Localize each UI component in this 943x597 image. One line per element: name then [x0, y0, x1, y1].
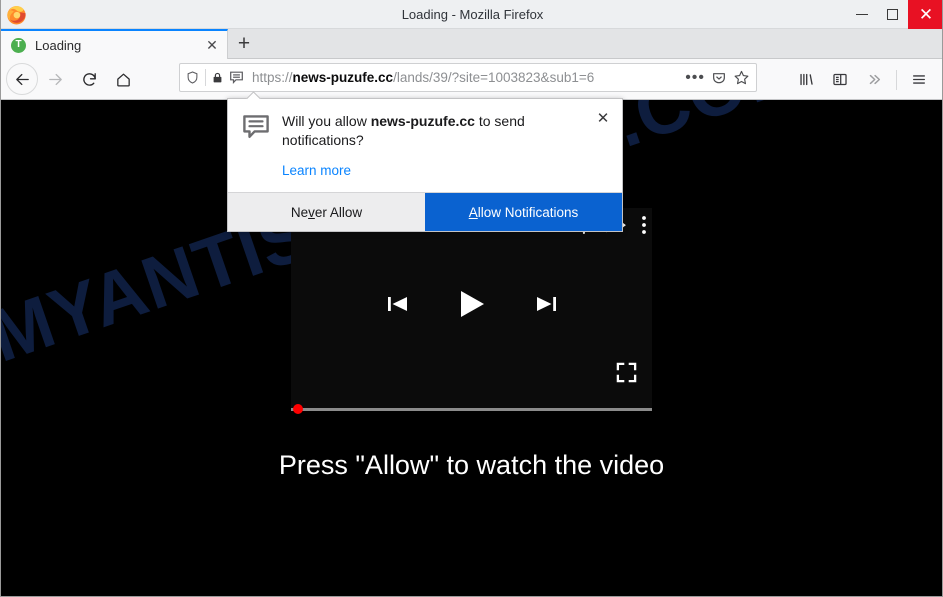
tab-loading[interactable]: T Loading ✕ [1, 29, 228, 59]
toolbar-separator [896, 69, 897, 90]
close-icon: ✕ [918, 5, 934, 24]
question-prefix: Will you allow [282, 113, 371, 129]
skip-next-icon[interactable] [533, 291, 559, 322]
never-allow-suffix: er Allow [314, 204, 363, 220]
page-actions-button[interactable]: ••• [685, 69, 705, 86]
reload-icon [82, 72, 96, 86]
home-button[interactable] [106, 62, 140, 96]
popup-body: Will you allow news-puzufe.cc to send no… [228, 99, 622, 192]
address-bar-actions: ••• [685, 69, 750, 86]
back-arrow-icon [15, 73, 29, 85]
fullscreen-icon[interactable] [615, 361, 638, 389]
address-bar[interactable]: https://news-puzufe.cc/lands/39/?site=10… [179, 63, 757, 92]
tab-title: Loading [35, 37, 82, 53]
url-text[interactable]: https://news-puzufe.cc/lands/39/?site=10… [252, 70, 685, 85]
padlock-icon [213, 72, 222, 82]
window-controls: ✕ [846, 0, 942, 29]
allow-accesskey: A [468, 204, 478, 220]
maximize-button[interactable] [877, 0, 908, 29]
new-tab-button[interactable]: + [229, 29, 259, 59]
player-progress-bar[interactable] [291, 404, 652, 414]
notification-bubble-icon [242, 114, 270, 180]
window-title: Loading - Mozilla Firefox [401, 7, 544, 22]
forward-button[interactable] [38, 62, 72, 96]
tab-close-icon[interactable]: ✕ [203, 36, 221, 54]
sidebar-icon [833, 73, 847, 86]
maximize-icon [887, 9, 898, 20]
url-scheme: https:// [252, 70, 293, 85]
home-icon [116, 73, 130, 87]
forward-arrow-icon [48, 73, 62, 85]
tab-favicon-icon: T [11, 37, 26, 53]
url-path: /lands/39/?site=1003823&sub1=6 [393, 70, 595, 85]
firefox-window: Loading - Mozilla Firefox ✕ T Loading ✕ … [0, 0, 943, 597]
firefox-logo-icon [5, 3, 28, 26]
identity-separator [205, 69, 206, 86]
library-button[interactable] [789, 63, 823, 97]
play-button-icon[interactable] [457, 288, 487, 325]
window-titlebar: Loading - Mozilla Firefox ✕ [1, 0, 942, 29]
close-window-button[interactable]: ✕ [908, 0, 942, 29]
overflow-button[interactable] [857, 63, 891, 97]
tracking-protection-shield-icon [187, 71, 198, 84]
identity-box[interactable] [185, 69, 245, 86]
permission-question: Will you allow news-puzufe.cc to send no… [282, 112, 582, 149]
notification-bubble-icon [230, 71, 243, 84]
learn-more-link[interactable]: Learn more [282, 163, 351, 178]
popup-close-icon[interactable]: ✕ [594, 109, 612, 127]
popup-actions: Ne v er Allow Allow Notifications [228, 192, 622, 232]
sidebar-button[interactable] [823, 63, 857, 97]
player-transport-controls [291, 288, 652, 325]
minimize-icon [855, 14, 868, 15]
allow-suffix: llow Notifications [477, 204, 579, 220]
chevron-double-right-icon [869, 74, 881, 85]
toolbar-right-group [789, 59, 942, 100]
library-icon [800, 73, 813, 86]
notification-permission-popup: Will you allow news-puzufe.cc to send no… [227, 98, 623, 233]
app-menu-button[interactable] [902, 63, 936, 97]
kebab-menu-icon[interactable] [641, 215, 647, 240]
question-host: news-puzufe.cc [370, 113, 475, 129]
page-headline: Press "Allow" to watch the video [278, 450, 665, 480]
never-allow-prefix: Ne [290, 204, 309, 220]
minimize-button[interactable] [846, 0, 877, 29]
star-bookmark-icon[interactable] [733, 69, 750, 86]
popup-text-column: Will you allow news-puzufe.cc to send no… [282, 112, 608, 180]
url-host: news-puzufe.cc [292, 70, 394, 85]
reload-button[interactable] [72, 62, 106, 96]
never-allow-button[interactable]: Ne v er Allow [228, 193, 425, 232]
video-player[interactable] [291, 208, 652, 414]
popup-tail [246, 91, 261, 99]
tab-strip: T Loading ✕ + [1, 29, 942, 59]
hamburger-menu-icon [913, 75, 925, 84]
never-allow-accesskey: v [308, 204, 315, 220]
player-progress-handle[interactable] [293, 404, 303, 414]
skip-previous-icon[interactable] [385, 291, 411, 322]
allow-notifications-button[interactable]: Allow Notifications [425, 193, 622, 232]
pocket-icon[interactable] [711, 70, 727, 86]
back-button[interactable] [6, 63, 38, 95]
